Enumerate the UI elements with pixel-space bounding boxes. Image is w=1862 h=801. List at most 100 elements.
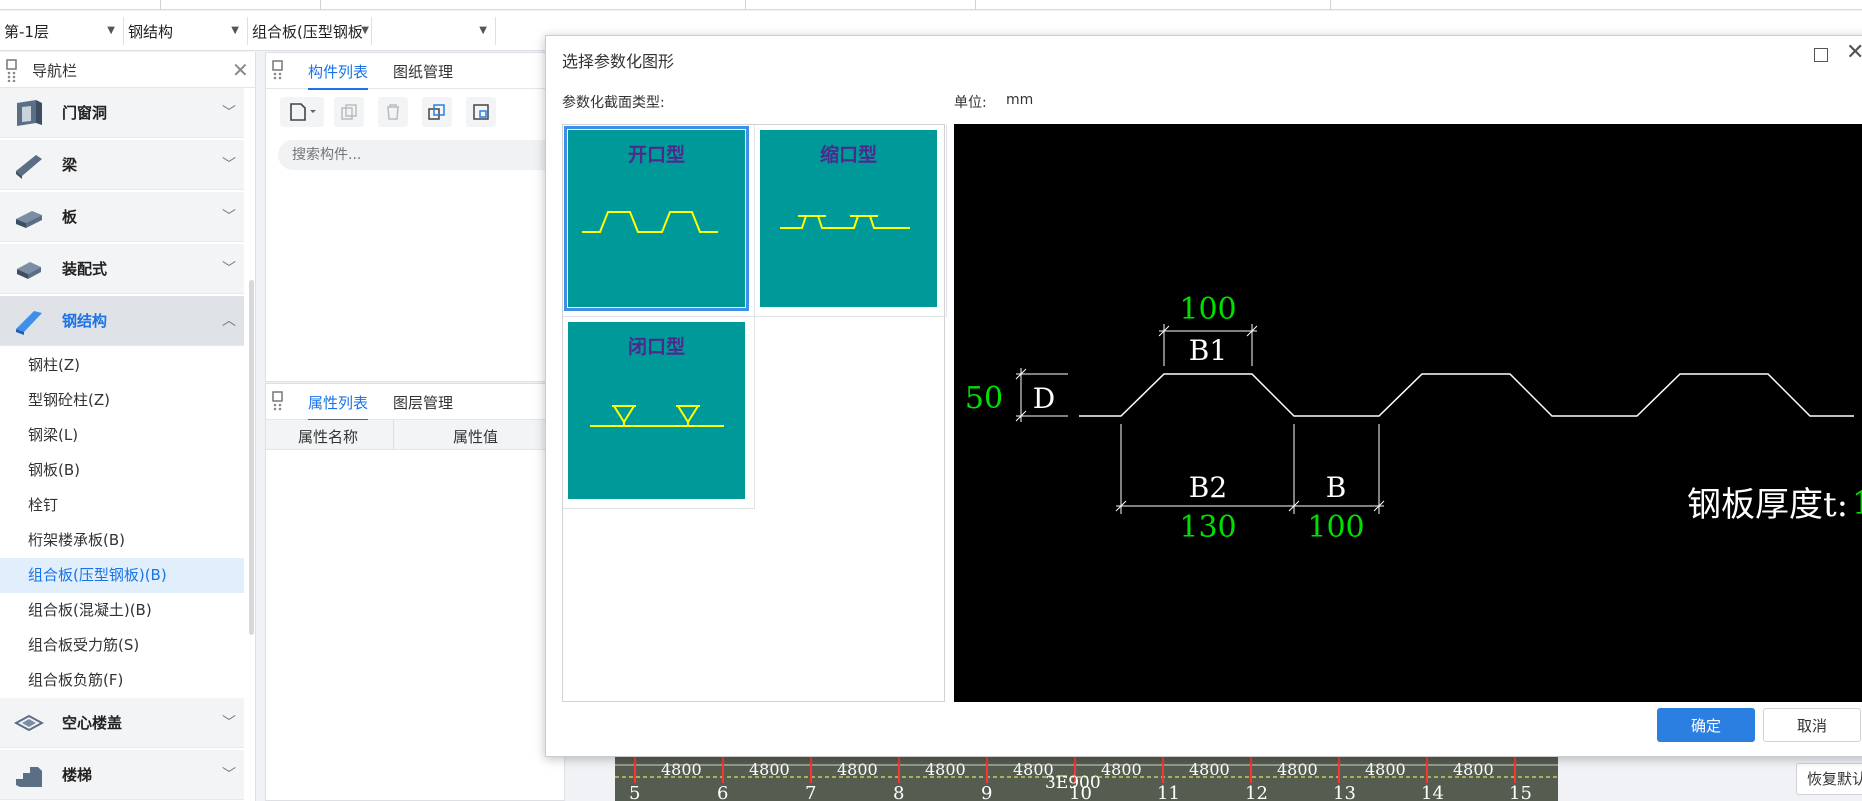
navigation-panel: 导航栏 ✕ 门窗洞 ﹀ 梁 ﹀ 板 ﹀ 装配式 ﹀ 钢结构 ︿ 钢柱(Z) 型钢… (0, 52, 256, 801)
nav-item-stud[interactable]: 栓钉 (0, 488, 244, 523)
pin-icon[interactable] (272, 390, 284, 414)
shape-option-reentrant[interactable]: 缩口型 (755, 125, 947, 317)
nav-category-door-window[interactable]: 门窗洞 ﹀ (0, 88, 244, 138)
shape-name: 开口型 (627, 144, 685, 166)
axis-number: 13 (1333, 783, 1356, 801)
axis-number: 9 (981, 783, 992, 801)
nav-title: 导航栏 (32, 62, 78, 80)
axis-spacing-label: 4800 (1365, 760, 1406, 779)
trash-icon (387, 104, 399, 120)
floor-select-value: 第-1层 (4, 22, 49, 41)
axis-spacing-label: 4800 (749, 760, 790, 779)
category-select[interactable]: 钢结构 ▼ (124, 17, 248, 45)
door-window-icon (17, 100, 42, 126)
type-select[interactable]: 组合板(压型钢板 ▼ (248, 17, 372, 45)
nav-item-composite-concrete[interactable]: 组合板(混凝土)(B) (0, 593, 244, 628)
b-value: 100 (1307, 510, 1364, 545)
category-select-value: 钢结构 (128, 22, 174, 41)
component-select[interactable]: ▼ (372, 17, 496, 45)
floor-select[interactable]: 第-1层 ▼ (0, 17, 124, 45)
caret-down-icon: ▼ (479, 25, 487, 36)
close-icon[interactable]: ✕ (1846, 40, 1862, 65)
cancel-button[interactable]: 取消 (1763, 708, 1861, 742)
nav-category-slab[interactable]: 板 ﹀ (0, 192, 244, 242)
ribbon-separator (745, 0, 746, 10)
nav-category-stair[interactable]: 楼梯 ﹀ (0, 750, 244, 800)
nav-category-beam[interactable]: 梁 ﹀ (0, 140, 244, 190)
ribbon-separator (1330, 0, 1331, 10)
open-profile-icon (582, 211, 718, 233)
copy-component-button[interactable] (334, 97, 364, 127)
tab-layer-management[interactable]: 图层管理 (393, 392, 453, 413)
hollow-floor-icon (14, 714, 44, 732)
drawing-canvas[interactable]: 5 4800 6 4800 7 4800 8 4800 9 4800 10 4800 11 4800 12 4… (615, 757, 1558, 801)
search-component-input[interactable] (278, 140, 568, 170)
shape-option-open[interactable]: 开口型 (563, 125, 755, 317)
axis-number: 12 (1245, 783, 1268, 801)
caret-down-icon: ▼ (231, 25, 239, 36)
reentrant-profile-icon (780, 215, 910, 229)
duplicate-floor-button[interactable] (422, 97, 452, 127)
shape-tile: 闭口型 (568, 322, 745, 499)
shape-option-closed[interactable]: 闭口型 (563, 317, 755, 509)
ok-button[interactable]: 确定 (1657, 708, 1755, 742)
axis-spacing-label: 4800 (1101, 760, 1142, 779)
shape-name: 缩口型 (819, 144, 877, 166)
tab-component-list[interactable]: 构件列表 (308, 61, 369, 90)
axis-number: 11 (1157, 783, 1180, 801)
component-tab-row: 构件列表 图纸管理 (266, 53, 566, 90)
pin-icon[interactable] (6, 58, 18, 82)
axis-spacing-label: 4800 (1277, 760, 1318, 779)
shape-type-grid: 开口型 缩口型 闭口型 (562, 124, 947, 702)
nav-category-prefab[interactable]: 装配式 ﹀ (0, 244, 244, 294)
steel-structure-icon (16, 311, 42, 335)
prefab-icon (17, 262, 41, 279)
nav-category-steel-structure[interactable]: 钢结构 ︿ (0, 296, 244, 346)
unit-value: mm (1006, 92, 1034, 108)
section-preview: 100 B1 50 D B2 130 B 100 钢板厚度t: 1 (954, 124, 1862, 702)
closed-profile-icon (590, 405, 724, 427)
layer-copy-icon (428, 104, 445, 120)
column-header-property-value: 属性值 (453, 428, 499, 446)
nav-scrollbar[interactable] (249, 280, 254, 635)
column-divider[interactable] (393, 420, 394, 450)
property-panel: 属性列表 图层管理 属性名称 属性值 (265, 383, 566, 801)
nav-item-composite-neg-rebar[interactable]: 组合板负筋(F) (0, 663, 244, 698)
axis-number: 15 (1509, 783, 1532, 801)
close-icon[interactable]: ✕ (232, 58, 249, 82)
chevron-up-icon: ︿ (222, 313, 236, 329)
stair-icon (16, 767, 42, 787)
new-file-icon (290, 103, 316, 121)
tab-property-list[interactable]: 属性列表 (308, 392, 369, 421)
maximize-icon[interactable] (1814, 48, 1828, 62)
axis-spacing-label: 4800 (925, 760, 966, 779)
axis-total-label: 3E900 (1045, 773, 1101, 793)
nav-item-composite-deck[interactable]: 组合板(压型钢板)(B) (0, 558, 244, 593)
nav-category-label: 钢结构 (62, 312, 108, 330)
nav-item-src-column[interactable]: 型钢砼柱(Z) (0, 383, 244, 418)
caret-down-icon: ▼ (361, 25, 369, 36)
shape-name: 闭口型 (627, 336, 685, 358)
axis-spacing-label: 4800 (1453, 760, 1494, 779)
type-select-value: 组合板(压型钢板 (252, 22, 363, 41)
restore-default-button[interactable]: 恢复默认 (1796, 763, 1862, 795)
select-parametric-shape-dialog: 选择参数化图形 ✕ 参数化截面类型: 单位: mm 开口型 缩口型 闭口型 10… (545, 35, 1862, 757)
delete-component-button[interactable] (378, 97, 408, 127)
nav-item-composite-main-rebar[interactable]: 组合板受力筋(S) (0, 628, 244, 663)
property-tab-row: 属性列表 图层管理 (266, 384, 566, 421)
ribbon-separator (320, 0, 321, 10)
axis-number: 6 (717, 783, 728, 801)
d-value: 50 (965, 381, 1003, 416)
new-component-button[interactable] (280, 97, 324, 127)
nav-item-steel-beam[interactable]: 钢梁(L) (0, 418, 244, 453)
nav-header: 导航栏 ✕ (0, 52, 256, 88)
nav-item-steel-column[interactable]: 钢柱(Z) (0, 348, 244, 383)
tab-drawing-management[interactable]: 图纸管理 (393, 61, 453, 82)
nav-category-hollow-floor[interactable]: 空心楼盖 ﹀ (0, 698, 244, 748)
nav-item-truss-deck[interactable]: 桁架楼承板(B) (0, 523, 244, 558)
nav-item-steel-plate[interactable]: 钢板(B) (0, 453, 244, 488)
shape-tile: 开口型 (564, 126, 749, 311)
axis-spacing-label: 4800 (661, 760, 702, 779)
pin-icon[interactable] (272, 59, 284, 83)
component-settings-button[interactable] (466, 97, 496, 127)
